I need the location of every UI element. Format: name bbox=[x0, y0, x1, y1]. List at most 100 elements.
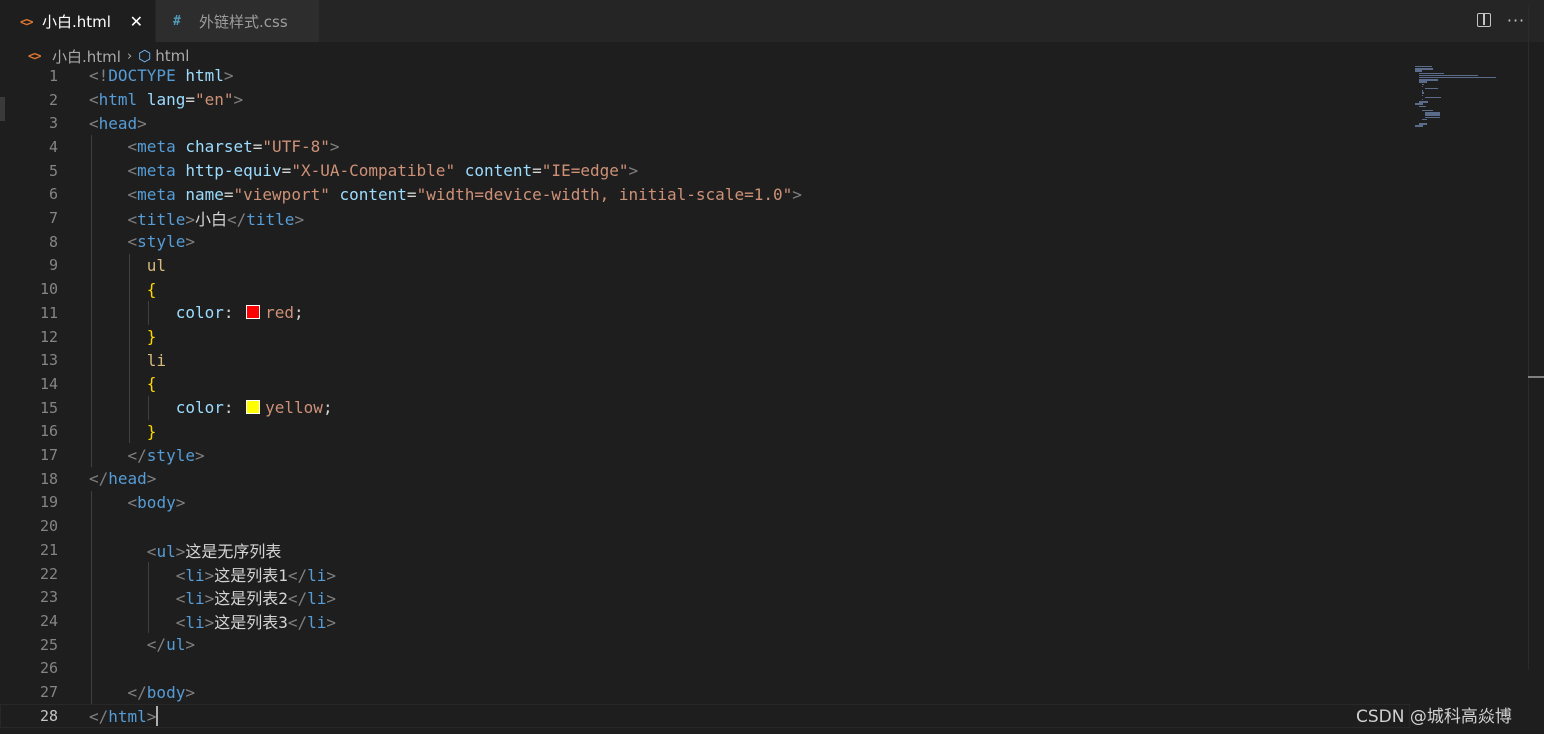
code-line[interactable]: 2 <html lang="en"> bbox=[0, 88, 1410, 112]
code-line[interactable]: 12 } bbox=[0, 325, 1410, 349]
minimap-line bbox=[1421, 118, 1428, 121]
code-text: li bbox=[146, 350, 167, 370]
line-number: 13 bbox=[39, 351, 58, 370]
code-line[interactable]: 21 <ul>这是无序列表 bbox=[0, 538, 1410, 562]
code-text: color: yellow; bbox=[175, 398, 333, 418]
code-line[interactable]: 23 <li>这是列表2</li> bbox=[0, 585, 1410, 609]
line-number: 11 bbox=[39, 303, 58, 322]
code-text: <li>这是列表2</li> bbox=[175, 589, 337, 609]
code-line[interactable]: 14 { bbox=[0, 372, 1410, 396]
minimap-line bbox=[1419, 105, 1426, 107]
code-line[interactable]: 26 bbox=[0, 657, 1410, 681]
more-actions-icon[interactable]: ··· bbox=[1506, 10, 1526, 30]
code-line[interactable]: 4 <meta charset="UTF-8"> bbox=[0, 135, 1410, 159]
minimap-line bbox=[1424, 114, 1441, 116]
text-cursor bbox=[156, 705, 159, 726]
code-line[interactable]: 18 </head> bbox=[0, 467, 1410, 491]
code-text: <html lang="en"> bbox=[89, 90, 244, 110]
line-number: 17 bbox=[39, 446, 58, 465]
code-line[interactable]: 16 } bbox=[0, 420, 1410, 444]
minimap[interactable] bbox=[1412, 64, 1512, 134]
code-line[interactable]: 17 </style> bbox=[0, 443, 1410, 467]
line-number: 10 bbox=[39, 280, 58, 299]
code-text: <ul>这是无序列表 bbox=[146, 541, 282, 561]
close-icon[interactable]: ✕ bbox=[130, 12, 143, 31]
code-line[interactable]: 24 <li>这是列表3</li> bbox=[0, 609, 1410, 633]
split-editor-icon[interactable] bbox=[1474, 10, 1494, 30]
line-number: 21 bbox=[39, 540, 58, 559]
css-file-icon: # bbox=[173, 13, 181, 29]
breadcrumb-symbol[interactable]: html bbox=[155, 47, 189, 65]
code-line[interactable]: 25 </ul> bbox=[0, 633, 1410, 657]
code-line[interactable]: 15 color: yellow; bbox=[0, 396, 1410, 420]
vscode-window: <> 小白.html ✕ # 外链样式.css ··· <> 小白.html ›… bbox=[0, 0, 1544, 734]
code-text: ul bbox=[146, 255, 167, 275]
minimap-line bbox=[1419, 101, 1429, 103]
line-number: 25 bbox=[39, 635, 58, 654]
code-text: <meta http-equiv="X-UA-Compatible" conte… bbox=[127, 161, 639, 181]
code-editor[interactable]: 1 <!DOCTYPE html> 2 <html lang="en"> 3 <head>… bbox=[0, 64, 1544, 734]
code-line[interactable]: 27 </body> bbox=[0, 680, 1410, 704]
code-text: <style> bbox=[127, 232, 195, 252]
line-number: 7 bbox=[48, 209, 58, 228]
code-line[interactable]: 6 <meta name="viewport" content="width=d… bbox=[0, 183, 1410, 207]
minimap-line bbox=[1421, 85, 1423, 88]
code-text: <meta name="viewport" content="width=dev… bbox=[127, 184, 802, 204]
line-number: 18 bbox=[39, 469, 58, 488]
code-text: </style> bbox=[127, 445, 205, 465]
line-number: 3 bbox=[48, 114, 58, 133]
minimap-line bbox=[1421, 92, 1424, 94]
code-line[interactable]: 10 { bbox=[0, 277, 1410, 301]
code-line[interactable]: 20 bbox=[0, 514, 1410, 538]
code-line[interactable]: 11 color: red; bbox=[0, 301, 1410, 325]
line-number: 12 bbox=[39, 327, 58, 346]
color-swatch[interactable] bbox=[246, 305, 261, 320]
minimap-line bbox=[1419, 77, 1497, 79]
code-line[interactable]: 5 <meta http-equiv="X-UA-Compatible" con… bbox=[0, 159, 1410, 183]
indent-guide bbox=[129, 254, 130, 443]
indent-guide bbox=[148, 301, 149, 325]
minimap-line bbox=[1415, 103, 1423, 105]
code-line[interactable]: 13 li bbox=[0, 348, 1410, 372]
line-number: 22 bbox=[39, 564, 58, 583]
code-text: { bbox=[146, 279, 157, 299]
color-swatch[interactable] bbox=[246, 400, 261, 415]
code-text: </body> bbox=[127, 682, 195, 702]
code-text: <li>这是列表1</li> bbox=[175, 565, 337, 585]
indent-guide bbox=[91, 135, 92, 467]
code-text: color: red; bbox=[175, 303, 304, 323]
watermark: CSDN @城科高焱博 bbox=[1356, 707, 1512, 727]
code-text: <li>这是列表3</li> bbox=[175, 612, 337, 632]
tab-xiaobai-html[interactable]: <> 小白.html ✕ bbox=[0, 0, 155, 42]
code-line[interactable]: 22 <li>这是列表1</li> bbox=[0, 562, 1410, 586]
tab-label: 小白.html bbox=[42, 13, 111, 31]
minimap-line bbox=[1419, 72, 1444, 74]
code-text: <meta charset="UTF-8"> bbox=[127, 137, 340, 157]
minimap-line bbox=[1421, 83, 1424, 85]
line-number: 2 bbox=[48, 90, 58, 109]
code-text: <!DOCTYPE html> bbox=[89, 66, 234, 86]
code-line[interactable]: 28 </html> bbox=[0, 704, 1410, 728]
code-line[interactable]: 9 ul bbox=[0, 254, 1410, 278]
vertical-scrollbar[interactable] bbox=[1528, 6, 1544, 670]
minimap-line bbox=[1424, 96, 1442, 99]
line-number: 4 bbox=[48, 137, 58, 156]
code-line[interactable]: 8 <style> bbox=[0, 230, 1410, 254]
line-number: 27 bbox=[39, 683, 58, 702]
code-line[interactable]: 7 <title>小白</title> bbox=[0, 206, 1410, 230]
code-text: { bbox=[146, 374, 157, 394]
tab-waillian-css[interactable]: # 外链样式.css bbox=[155, 0, 319, 42]
code-line[interactable]: 19 <body> bbox=[0, 491, 1410, 515]
minimap-line bbox=[1419, 123, 1428, 125]
line-number: 8 bbox=[48, 232, 58, 251]
code-line[interactable]: 1 <!DOCTYPE html> bbox=[0, 64, 1410, 88]
line-number: 6 bbox=[48, 185, 58, 204]
line-number: 9 bbox=[48, 256, 58, 275]
code-text: <title>小白</title> bbox=[127, 210, 305, 230]
minimap-line bbox=[1419, 74, 1478, 77]
code-text: <body> bbox=[127, 492, 186, 512]
code-line[interactable]: 3 <head> bbox=[0, 111, 1410, 135]
tab-bar: <> 小白.html ✕ # 外链样式.css ··· bbox=[0, 0, 1544, 42]
chevron-right-icon: › bbox=[126, 48, 133, 64]
minimap-line bbox=[1415, 125, 1423, 127]
